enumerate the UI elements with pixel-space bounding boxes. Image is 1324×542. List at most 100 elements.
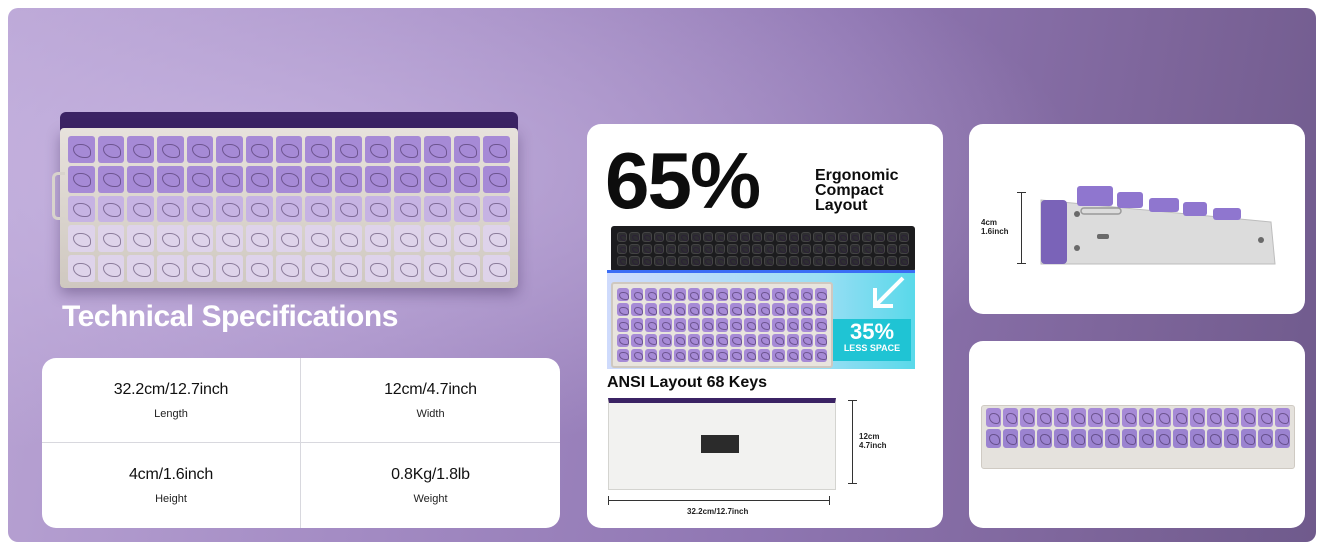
layout-title: ANSI Layout 68 Keys	[607, 374, 768, 391]
keycap	[702, 244, 713, 254]
keycap	[1241, 408, 1256, 427]
keycap	[453, 255, 481, 282]
keycap	[701, 303, 714, 317]
keycap	[641, 244, 652, 254]
keycap	[1003, 429, 1018, 448]
keycap	[453, 165, 481, 193]
keycap	[659, 288, 672, 302]
keycap	[758, 333, 771, 347]
keycap	[744, 348, 757, 362]
keycap	[800, 256, 811, 266]
keycap	[629, 244, 640, 254]
keycap	[68, 255, 95, 282]
keycap	[156, 225, 184, 253]
keycap	[739, 244, 750, 254]
keycap	[666, 232, 677, 242]
keycap	[305, 195, 332, 223]
keycap	[1054, 429, 1069, 448]
keycap	[629, 256, 640, 266]
keycap	[1241, 429, 1256, 448]
spec-value: 12cm/4.7inch	[384, 380, 477, 398]
keycap	[617, 318, 630, 332]
keycap	[764, 232, 775, 242]
keycap	[275, 255, 303, 282]
keycap	[453, 136, 481, 163]
keycap	[68, 195, 95, 223]
keycap	[483, 225, 510, 253]
keycap	[216, 225, 243, 253]
keycap	[305, 225, 332, 253]
keycap	[245, 195, 273, 223]
keycap	[701, 288, 714, 302]
keycap	[631, 318, 644, 332]
keycap	[305, 165, 332, 193]
keycap	[216, 195, 243, 223]
keycap	[334, 195, 362, 223]
keycap	[1105, 429, 1120, 448]
height-dimension-line	[1017, 192, 1026, 264]
full-size-keyboard-image	[611, 226, 915, 272]
keycap	[776, 244, 787, 254]
keycap	[617, 232, 628, 242]
keycap	[1139, 408, 1154, 427]
keycap	[751, 256, 762, 266]
keycap	[678, 232, 689, 242]
keycap	[1037, 408, 1052, 427]
keycap	[1088, 429, 1103, 448]
keycap	[653, 244, 664, 254]
spec-width: 12cm/4.7inch Width	[301, 358, 560, 443]
keycap	[758, 318, 771, 332]
keycap	[617, 333, 630, 347]
keycap	[453, 195, 481, 223]
keycap	[1190, 429, 1205, 448]
product-label-sticker	[701, 435, 739, 453]
keycap	[758, 288, 771, 302]
keycap	[483, 195, 510, 223]
keycap	[156, 255, 184, 282]
keycap	[715, 318, 729, 332]
keycap	[727, 232, 738, 242]
keycap	[786, 303, 799, 317]
keycap	[751, 244, 762, 254]
spec-value: 4cm/1.6inch	[128, 466, 214, 483]
keycap	[394, 255, 421, 282]
keycap	[986, 429, 1001, 448]
spec-label: Weight	[413, 493, 448, 505]
keycap-grid	[617, 288, 827, 362]
keycap	[364, 225, 392, 253]
keycap	[702, 232, 713, 242]
keycap	[659, 303, 672, 317]
keycap	[673, 303, 686, 317]
keycap	[849, 232, 860, 242]
keycap	[898, 232, 909, 242]
keycap	[886, 256, 897, 266]
keycap	[678, 244, 689, 254]
keycap	[825, 232, 836, 242]
keycap	[275, 195, 303, 223]
keycap	[730, 318, 743, 332]
keycap	[1224, 408, 1239, 427]
keycap	[641, 232, 652, 242]
keycap	[245, 165, 273, 193]
keycap	[764, 256, 775, 266]
less-space-percent: 35%	[849, 319, 895, 344]
keycap	[849, 244, 860, 254]
keycap	[1207, 429, 1222, 448]
keycap	[186, 165, 214, 193]
keycap	[862, 244, 873, 254]
keycap	[715, 333, 729, 347]
keycap	[659, 333, 672, 347]
keycap	[744, 288, 757, 302]
keycap	[659, 348, 672, 362]
keycap	[772, 318, 785, 332]
spec-value: 0.8Kg/1.8lb	[391, 466, 470, 483]
keycap	[97, 165, 125, 193]
keycap	[813, 256, 824, 266]
keycap	[715, 256, 726, 266]
keyboard-handle	[52, 172, 65, 220]
keycap	[156, 136, 184, 163]
keycap	[617, 288, 630, 302]
width-dimension-line	[608, 496, 830, 505]
spec-value: 32.2cm/12.7inch	[113, 380, 229, 398]
keycap	[898, 256, 909, 266]
